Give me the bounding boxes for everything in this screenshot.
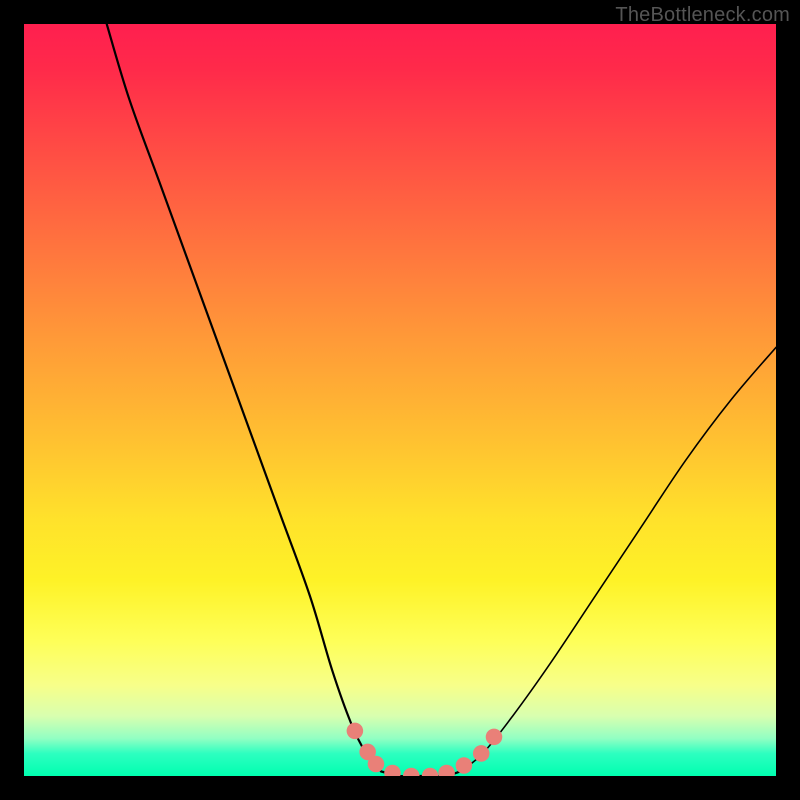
curve-right-branch — [460, 347, 776, 771]
plot-area — [24, 24, 776, 776]
curve-layer — [24, 24, 776, 776]
trough-marker — [384, 765, 401, 776]
curve-left-branch — [107, 24, 381, 771]
trough-marker — [368, 756, 385, 773]
trough-marker — [473, 745, 490, 762]
chart-frame: TheBottleneck.com — [0, 0, 800, 800]
trough-marker — [403, 768, 420, 776]
watermark-label: TheBottleneck.com — [615, 4, 790, 27]
trough-marker — [438, 765, 455, 776]
trough-marker — [456, 757, 473, 774]
trough-marker — [422, 768, 439, 776]
trough-markers — [347, 723, 503, 776]
trough-marker — [347, 723, 364, 740]
trough-marker — [486, 729, 503, 746]
